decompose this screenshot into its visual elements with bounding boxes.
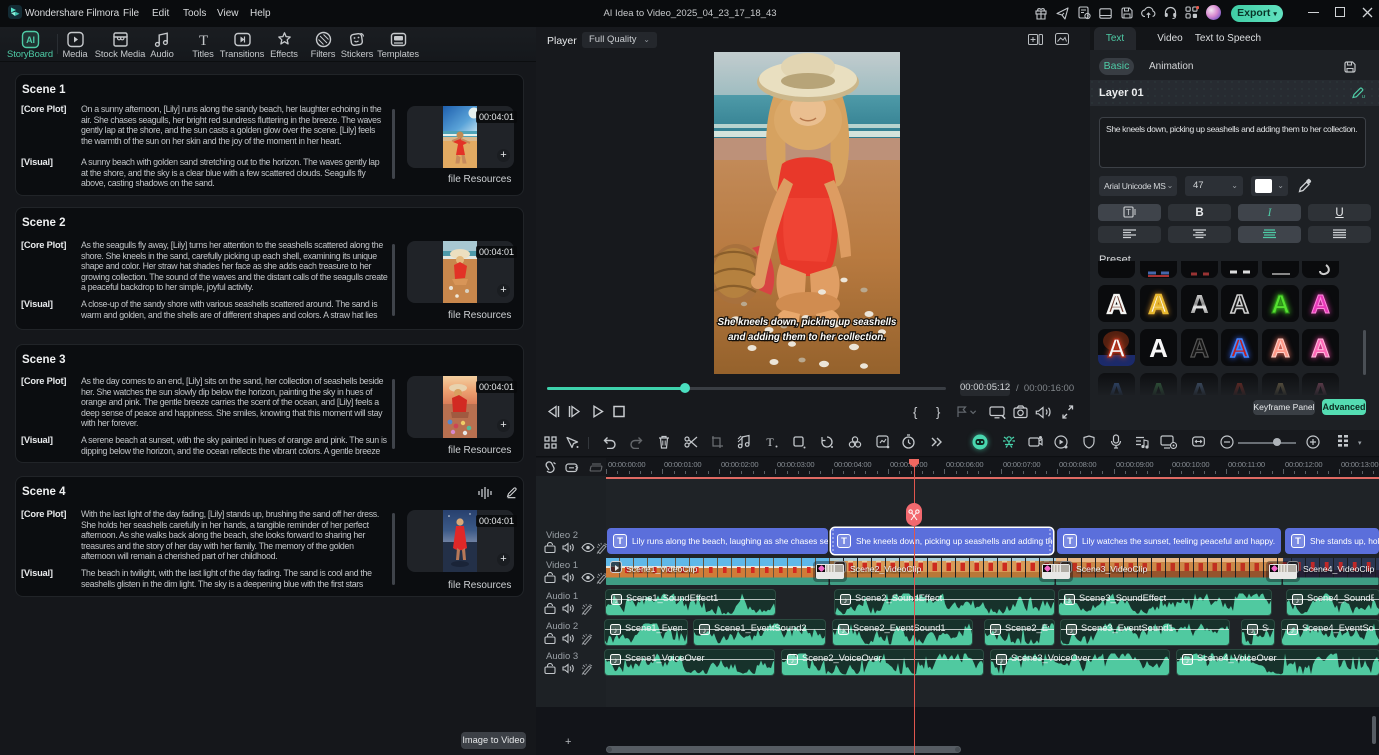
svg-text:A: A	[1230, 289, 1249, 319]
svg-text:A: A	[1311, 333, 1330, 363]
svg-text:}: }	[936, 405, 941, 420]
svg-text:T: T	[198, 33, 207, 49]
svg-text:A: A	[1107, 333, 1126, 363]
svg-text:A: A	[1149, 333, 1168, 363]
svg-text:{: {	[913, 405, 918, 420]
svg-text:A: A	[1271, 289, 1290, 319]
svg-text:A: A	[1271, 333, 1290, 363]
svg-text:A: A	[1230, 333, 1249, 363]
svg-text:A: A	[1190, 333, 1209, 363]
svg-text:A: A	[1190, 289, 1209, 319]
svg-text:T: T	[766, 435, 774, 449]
svg-text:A: A	[1149, 289, 1168, 319]
svg-text:AI: AI	[26, 35, 35, 45]
svg-text:A: A	[1107, 289, 1126, 319]
svg-text:She kneels down, picking up se: She kneels down, picking up seashells	[718, 317, 897, 328]
svg-text:T: T	[1126, 208, 1131, 217]
svg-text:and adding them to her collect: and adding them to her collection.	[728, 332, 886, 343]
svg-text:u: u	[1362, 94, 1365, 99]
svg-text:A: A	[1311, 289, 1330, 319]
